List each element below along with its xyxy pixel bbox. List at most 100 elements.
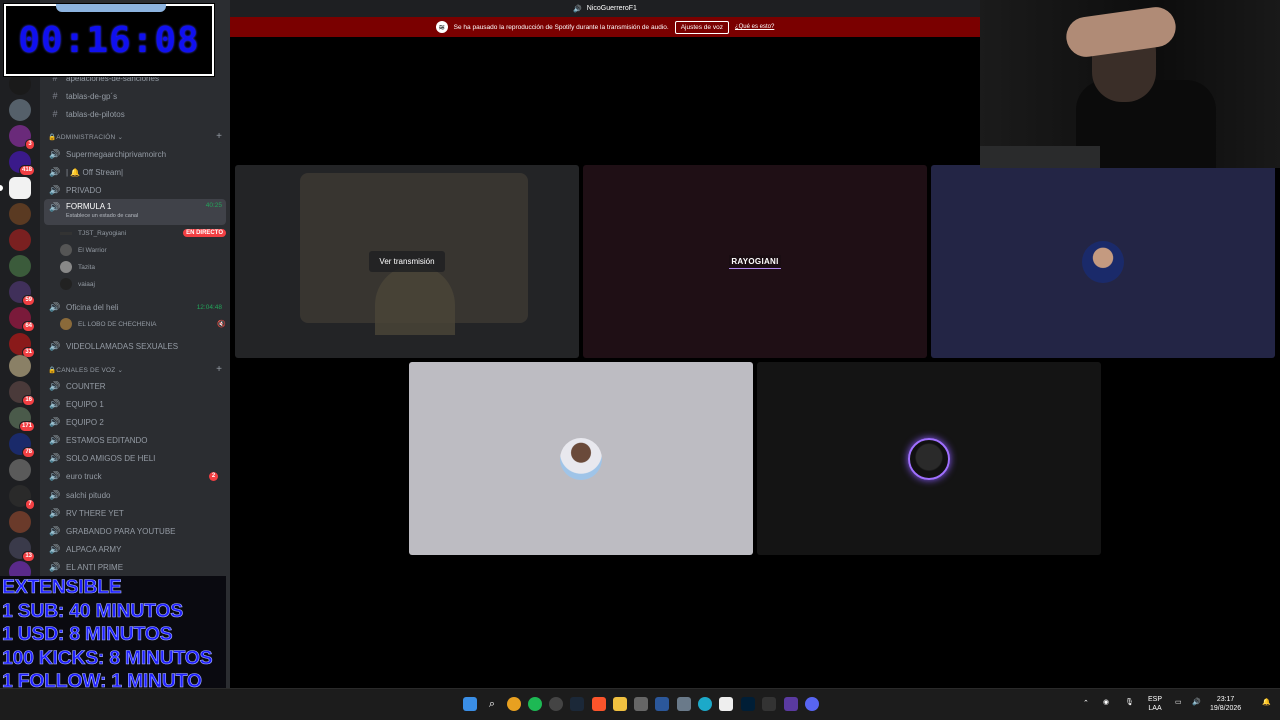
speaker-icon: 🔊 xyxy=(49,301,61,312)
voice-channel[interactable]: 🔊 EL ANTI PRIME xyxy=(44,558,226,576)
speaker-icon: 🔊 xyxy=(49,416,61,427)
server-icon[interactable]: 13 xyxy=(9,537,35,562)
server-icon[interactable] xyxy=(9,229,31,251)
voice-channel[interactable]: 🔊 Oficina del heli 12:04:48 xyxy=(44,298,226,316)
server-icon[interactable] xyxy=(9,203,31,225)
app-icon[interactable] xyxy=(634,697,648,711)
server-icon[interactable]: 16 xyxy=(9,381,35,406)
voice-channel[interactable]: 🔊 VIDEOLLAMADAS SEXUALES xyxy=(44,337,226,355)
stream-tile[interactable]: Ver transmisión xyxy=(235,165,579,358)
chevron-up-icon[interactable]: ⌃ xyxy=(1083,699,1089,708)
server-icon[interactable]: 418 xyxy=(9,151,35,176)
participant-tile[interactable] xyxy=(409,362,753,555)
speaker-icon: 🔊 xyxy=(49,489,61,500)
avatar xyxy=(60,244,72,256)
app-icon[interactable] xyxy=(762,697,776,711)
what-is-this-link[interactable]: ¿Qué es esto? xyxy=(735,24,774,30)
server-icon[interactable]: 3 xyxy=(9,125,35,150)
voice-channel[interactable]: 🔊 ESTAMOS EDITANDO xyxy=(44,431,226,449)
app-icon[interactable] xyxy=(677,697,691,711)
overlay-line: 100 KICKS: 8 MINUTOS xyxy=(2,646,213,669)
clock[interactable]: 23:17 19/8/2026 xyxy=(1210,695,1241,713)
countdown-overlay: 00:16:08 xyxy=(4,4,214,76)
hash-icon: # xyxy=(52,109,58,119)
add-channel-icon[interactable]: + xyxy=(216,364,222,375)
app-icon[interactable] xyxy=(549,697,563,711)
voice-user[interactable]: TJST_Rayogiani EN DIRECTO xyxy=(60,225,226,241)
voice-channel-active[interactable]: 🔊 FORMULA 1 Establece un estado de canal… xyxy=(44,199,226,225)
language-indicator[interactable]: ESP LAA xyxy=(1148,695,1162,713)
discord-icon[interactable] xyxy=(805,697,819,711)
search-icon[interactable]: ⌕ xyxy=(485,697,499,711)
voice-channel[interactable]: 🔊 salchi pitudo xyxy=(44,486,226,504)
participant-tile[interactable] xyxy=(931,165,1275,358)
voice-channel[interactable]: 🔊 ALPACA ARMY xyxy=(44,540,226,558)
voice-channel[interactable]: 🔊 EQUIPO 1 xyxy=(44,395,226,413)
server-icon-active[interactable] xyxy=(0,177,31,199)
server-icon[interactable]: 59 xyxy=(9,281,35,306)
channel-status[interactable]: Establece un estado de canal xyxy=(66,213,138,219)
category-administracion[interactable]: 🔒ADMINISTRACIÓN ⌄ xyxy=(48,133,123,141)
channel-tablas-pilotos[interactable]: # tablas-de-pilotos xyxy=(44,105,226,123)
watch-stream-button[interactable]: Ver transmisión xyxy=(369,251,445,272)
voice-channel[interactable]: 🔊 EQUIPO 2 xyxy=(44,413,226,431)
overlay-line: 1 USD: 8 MINUTOS xyxy=(2,623,173,646)
channel-tablas-gp[interactable]: # tablas-de-gp´s xyxy=(44,87,226,105)
voice-channel[interactable]: 🔊 Supermegaarchiprivamoirch xyxy=(44,145,226,163)
app-icon[interactable] xyxy=(784,697,798,711)
server-icon[interactable] xyxy=(9,99,31,121)
volume-icon[interactable]: 🔊 xyxy=(1192,698,1201,707)
voice-settings-button[interactable]: Ajustes de voz xyxy=(674,20,729,34)
voice-channel[interactable]: 🔊 SOLO AMIGOS DE HELI xyxy=(44,449,226,467)
voice-user[interactable]: vaiaaj xyxy=(60,276,226,292)
voice-channel[interactable]: 🔊 GRABANDO PARA YOUTUBE xyxy=(44,522,226,540)
steam-icon[interactable] xyxy=(570,697,584,711)
category-canales-de-voz[interactable]: 🔒CANALES DE VOZ ⌄ xyxy=(48,366,123,374)
server-icon[interactable] xyxy=(9,511,31,533)
add-channel-icon[interactable]: + xyxy=(216,131,222,142)
participant-tile[interactable]: RAYOGIANI xyxy=(583,165,927,358)
participant-tile-speaking[interactable] xyxy=(757,362,1101,555)
voice-user[interactable]: El Warrior xyxy=(60,242,226,258)
server-icon[interactable] xyxy=(9,255,31,277)
voice-user[interactable]: Tazita xyxy=(60,259,226,275)
server-icon[interactable] xyxy=(9,459,31,481)
folder-icon[interactable] xyxy=(613,697,627,711)
voice-channel[interactable]: 🔊 | 🔔 Off Stream| xyxy=(44,163,226,181)
speaker-icon: 🔊 xyxy=(49,380,61,391)
participant-avatar xyxy=(1082,240,1124,283)
app-tray-icon[interactable]: ◉ xyxy=(1103,698,1109,707)
server-icon[interactable]: 31 xyxy=(9,333,35,358)
app-icon[interactable] xyxy=(719,697,733,711)
voice-channel[interactable]: 🔊 euro truck 2 xyxy=(44,467,226,485)
server-icon[interactable]: 7 xyxy=(9,485,35,510)
voice-channel[interactable]: 🔊 COUNTER xyxy=(44,377,226,395)
server-icon[interactable] xyxy=(9,355,31,377)
windows-start-icon[interactable] xyxy=(463,697,477,711)
edge-icon[interactable] xyxy=(698,697,712,711)
speaker-icon: 🔊 xyxy=(49,525,61,536)
speaker-icon: 🔊 xyxy=(49,434,61,445)
spotify-icon[interactable] xyxy=(528,697,542,711)
mention-badge: 2 xyxy=(209,471,218,481)
server-icon[interactable]: 171 xyxy=(9,407,35,432)
chrome-icon[interactable] xyxy=(507,697,521,711)
brave-icon[interactable] xyxy=(592,697,606,711)
overlay-line: 1 SUB: 40 MINUTOS xyxy=(2,599,184,622)
server-icon[interactable]: 78 xyxy=(9,433,35,458)
voice-timer: 12:04:48 xyxy=(196,303,222,311)
unread-badge: 418 xyxy=(18,165,35,176)
speaker-icon: 🔊 xyxy=(49,184,61,195)
mic-icon[interactable]: 🎙 xyxy=(1125,698,1134,707)
voice-channel[interactable]: 🔊 PRIVADO xyxy=(44,181,226,199)
network-icon[interactable]: ▭ xyxy=(1175,698,1182,707)
server-icon[interactable] xyxy=(9,73,31,95)
word-icon[interactable] xyxy=(655,697,669,711)
notification-icon[interactable]: 🔔 xyxy=(1262,698,1271,707)
voice-channel[interactable]: 🔊 RV THERE YET xyxy=(44,504,226,522)
photoshop-icon[interactable] xyxy=(741,697,755,711)
title-bar: 🔊 NicoGuerreroF1 xyxy=(230,0,980,17)
server-icon[interactable]: 64 xyxy=(9,307,35,332)
voice-timer: 40:25 xyxy=(205,202,222,209)
voice-user[interactable]: EL LOBO DE CHECHENIA 🔇 xyxy=(60,316,226,332)
